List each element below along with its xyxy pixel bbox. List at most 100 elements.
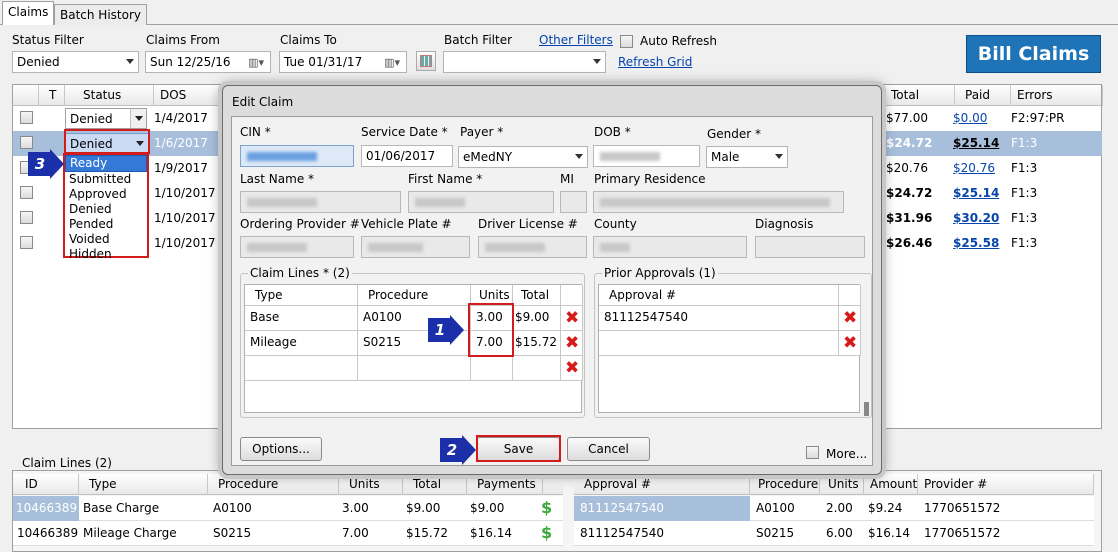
status-option-approved[interactable]: Approved [65,187,147,202]
cancel-button[interactable]: Cancel [567,437,650,461]
header-errors[interactable]: Errors [1011,85,1103,106]
col-procedure[interactable]: Procedure [750,474,820,495]
batch-filter-select[interactable] [443,51,606,73]
row-checkbox[interactable] [20,111,33,124]
new-row-procedure[interactable] [358,356,471,381]
redacted-text [247,152,317,161]
status-option-pended[interactable]: Pended [65,217,147,232]
delete-row-button[interactable]: ✖ [561,331,583,356]
row-paid-link[interactable]: $25.14 [953,136,999,150]
col-approval[interactable]: Approval # [599,285,839,306]
col-id[interactable]: ID [13,474,79,495]
ordering-provider-label: Ordering Provider # [240,217,360,231]
header-paid[interactable]: Paid [955,85,1011,106]
header-t[interactable]: T [39,85,65,106]
row-checkbox[interactable] [20,236,33,249]
status-option-ready[interactable]: Ready [65,155,147,172]
status-filter-select[interactable]: Denied [12,51,139,73]
row-paid-link[interactable]: $0.00 [953,111,987,125]
delete-row-button[interactable]: ✖ [561,306,583,331]
more-checkbox[interactable] [806,446,819,459]
calendar-icon[interactable]: ▥▾ [384,56,400,69]
ordering-provider-field[interactable] [240,236,354,258]
row-checkbox[interactable] [20,211,33,224]
status-dropdown-list[interactable]: Ready Submitted Approved Denied Pended V… [63,153,149,261]
cin-field[interactable] [240,145,354,167]
col-total[interactable]: Total [403,474,467,495]
col-units[interactable]: Units [820,474,864,495]
calendar-grid-button[interactable] [416,51,436,71]
row-checkbox[interactable] [20,186,33,199]
row-checkbox[interactable] [20,136,33,149]
col-total[interactable]: Total [513,285,561,306]
status-option-voided[interactable]: Voided [65,232,147,247]
new-row-type[interactable] [245,356,358,381]
col-procedure[interactable]: Procedure [358,285,471,306]
service-date-field[interactable]: 01/06/2017 [361,145,453,167]
row-total: $26.46 [886,236,933,250]
col-units[interactable]: Units [339,474,403,495]
col-provider[interactable]: Provider # [918,474,1094,495]
gender-select[interactable]: Male [706,146,788,168]
cell-type[interactable]: Mileage [245,331,358,356]
status-option-submitted[interactable]: Submitted [65,172,147,187]
tab-claims[interactable]: Claims [2,1,55,26]
mi-label: MI [560,172,574,186]
refresh-grid-link[interactable]: Refresh Grid [618,55,692,69]
row-status-select[interactable]: Denied [65,108,147,129]
delete-row-button[interactable]: ✖ [839,331,861,356]
cell-units: 3.00 [342,501,369,515]
payer-select[interactable]: eMedNY [458,146,588,168]
header-total[interactable]: Total [885,85,955,106]
tab-batch-history[interactable]: Batch History [54,4,147,26]
row-paid-link[interactable]: $30.20 [953,211,999,225]
auto-refresh-label: Auto Refresh [640,34,717,48]
dollar-icon[interactable]: $ [541,498,552,517]
dob-field[interactable] [593,145,700,167]
col-procedure[interactable]: Procedure [208,474,339,495]
bill-claims-button[interactable]: Bill Claims [966,35,1101,73]
delete-row-button[interactable]: ✖ [561,356,583,381]
driver-license-field[interactable] [478,236,587,258]
options-button[interactable]: Options... [240,437,322,461]
other-filters-link[interactable]: Other Filters [539,33,613,47]
scrollbar-thumb[interactable] [864,402,869,416]
calendar-icon[interactable]: ▥▾ [248,56,264,69]
claims-from-date[interactable]: Sun 12/25/16 ▥▾ [145,51,271,73]
col-type[interactable]: Type [79,474,208,495]
vehicle-plate-field[interactable] [361,236,470,258]
dollar-icon[interactable]: $ [541,523,552,542]
status-option-hidden[interactable]: Hidden [65,247,147,262]
row-paid-link[interactable]: $20.76 [953,161,995,175]
new-row-units[interactable] [471,356,513,381]
delete-row-button[interactable]: ✖ [839,306,861,331]
col-delete [561,285,583,306]
row-paid-link[interactable]: $25.58 [953,236,999,250]
col-type[interactable]: Type [245,285,358,306]
status-option-denied[interactable]: Denied [65,202,147,217]
diagnosis-field[interactable] [755,236,865,258]
new-approval-cell[interactable] [599,331,839,356]
table-row[interactable]: 81112547540 S0215 6.00 $16.14 1770651572 [574,521,1094,546]
cell-type[interactable]: Base [245,306,358,331]
cell-approval[interactable]: 81112547540 [599,306,839,331]
header-dos[interactable]: DOS [154,85,224,106]
redacted-text [600,198,830,207]
county-field[interactable] [593,236,747,258]
header-status[interactable]: Status [65,85,154,106]
row-errors: F1:3 [1011,236,1038,250]
table-row[interactable]: 10466389 Base Charge A0100 3.00 $9.00 $9… [13,496,563,521]
chevron-down-icon[interactable] [130,109,146,128]
col-payments[interactable]: Payments [467,474,543,495]
col-amount[interactable]: Amount [864,474,918,495]
last-name-field[interactable] [240,191,401,213]
mi-field[interactable] [560,191,587,213]
row-paid-link[interactable]: $25.14 [953,186,999,200]
first-name-field[interactable] [408,191,554,213]
table-row[interactable]: 10466389 Mileage Charge S0215 7.00 $15.7… [13,521,563,546]
auto-refresh-checkbox[interactable] [620,35,633,48]
col-approval[interactable]: Approval # [574,474,750,495]
table-row[interactable]: 81112547540 A0100 2.00 $9.24 1770651572 [574,496,1094,521]
primary-residence-field[interactable] [593,191,844,213]
claims-to-date[interactable]: Tue 01/31/17 ▥▾ [279,51,407,73]
